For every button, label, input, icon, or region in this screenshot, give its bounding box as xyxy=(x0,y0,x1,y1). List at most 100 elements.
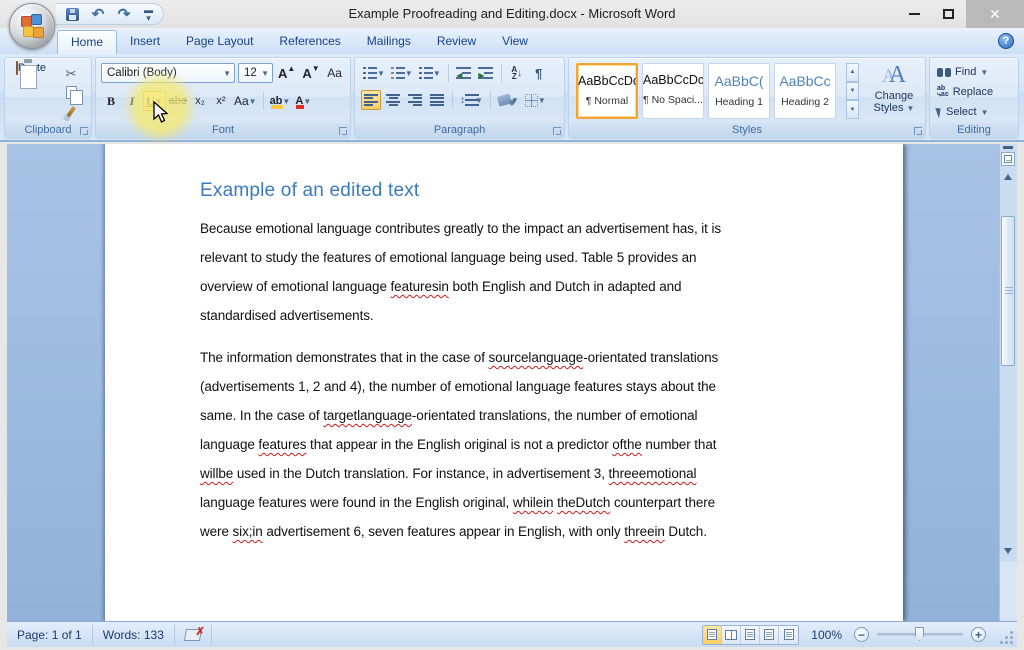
decrease-indent-button[interactable]: ◀ xyxy=(454,63,474,83)
text-run[interactable]: language features were found in the Engl… xyxy=(200,495,513,510)
style-normal[interactable]: AaBbCcDc ¶ Normal xyxy=(576,63,638,119)
misspelled-word[interactable]: theDutch xyxy=(557,495,610,510)
zoom-slider[interactable] xyxy=(877,633,963,636)
text-line[interactable]: relevant to study the features of emotio… xyxy=(200,243,803,272)
tab-references[interactable]: References xyxy=(266,30,353,54)
cut-button[interactable]: ✂ xyxy=(57,64,85,83)
sort-button[interactable]: AZ↓ xyxy=(507,63,527,83)
text-run[interactable]: Dutch. xyxy=(665,524,707,539)
tab-insert[interactable]: Insert xyxy=(117,30,173,54)
show-hide-marks-button[interactable]: ¶ xyxy=(529,63,549,83)
help-button[interactable]: ? xyxy=(998,33,1014,49)
document-page[interactable]: Example of an edited text Because emotio… xyxy=(105,144,903,621)
font-color-button[interactable]: A▼ xyxy=(293,91,313,111)
superscript-button[interactable]: x² xyxy=(211,91,231,111)
font-name-combo[interactable]: Calibri (Body) ▼ xyxy=(101,63,235,83)
tab-view[interactable]: View xyxy=(489,30,541,54)
misspelled-word[interactable]: threeemotional xyxy=(609,466,697,481)
scroll-up-button[interactable] xyxy=(1001,170,1015,184)
zoom-out-button[interactable]: − xyxy=(854,627,869,642)
split-handle[interactable] xyxy=(1003,146,1013,149)
text-line[interactable]: standardised advertisements. xyxy=(200,301,803,330)
text-run[interactable]: number that xyxy=(642,437,717,452)
tab-page-layout[interactable]: Page Layout xyxy=(173,30,266,54)
numbering-button[interactable]: ▼ xyxy=(389,63,415,83)
outline-view-button[interactable] xyxy=(760,626,779,644)
maximize-button[interactable] xyxy=(932,0,964,28)
font-dialog-launcher[interactable] xyxy=(339,127,347,135)
misspelled-word[interactable]: featuresin xyxy=(391,279,449,294)
text-run[interactable]: (advertisements 1, 2 and 4), the number … xyxy=(200,379,716,394)
text-run[interactable]: used in the Dutch translation. For insta… xyxy=(233,466,608,481)
text-run[interactable]: both English and Dutch in adapted and xyxy=(449,279,682,294)
replace-button[interactable]: ab⤷acReplace xyxy=(937,84,993,100)
tab-review[interactable]: Review xyxy=(424,30,489,54)
styles-more-button[interactable]: ▼ xyxy=(846,100,859,119)
proofing-status-button[interactable] xyxy=(175,625,212,645)
paragraph[interactable]: Because emotional language contributes g… xyxy=(200,214,803,330)
select-button[interactable]: Select▼ xyxy=(937,104,993,120)
text-run[interactable]: advertisement 6, seven features appear i… xyxy=(263,524,625,539)
align-center-button[interactable] xyxy=(383,90,403,110)
customize-qat-button[interactable]: ▬▾ xyxy=(144,6,153,22)
vertical-scrollbar[interactable] xyxy=(999,144,1017,621)
line-spacing-button[interactable]: ↕▼ xyxy=(458,90,485,110)
multilevel-list-button[interactable]: ▼ xyxy=(417,63,443,83)
misspelled-word[interactable]: sourcelanguage xyxy=(489,350,584,365)
align-left-button[interactable] xyxy=(361,90,381,110)
find-button[interactable]: Find▼ xyxy=(937,64,993,80)
grow-font-button[interactable]: A▲ xyxy=(276,63,297,83)
clipboard-dialog-launcher[interactable] xyxy=(80,127,88,135)
redo-button[interactable]: ↷ xyxy=(114,5,134,23)
text-run[interactable]: -orientated translations, the number of … xyxy=(412,408,698,423)
scrollbar-thumb[interactable] xyxy=(1001,216,1015,366)
misspelled-word[interactable]: six;in xyxy=(233,524,263,539)
zoom-in-button[interactable]: + xyxy=(971,627,986,642)
office-button[interactable] xyxy=(9,3,55,49)
resize-grip[interactable] xyxy=(1000,631,1013,644)
tab-home[interactable]: Home xyxy=(57,30,117,54)
scroll-down-button[interactable] xyxy=(1001,544,1015,558)
zoom-slider-thumb[interactable] xyxy=(915,627,924,641)
text-run[interactable]: counterpart there xyxy=(610,495,715,510)
justify-button[interactable] xyxy=(427,90,447,110)
subscript-button[interactable]: x₂ xyxy=(190,91,210,111)
text-run[interactable]: relevant to study the features of emotio… xyxy=(200,250,696,265)
text-line[interactable]: The information demonstrates that in the… xyxy=(200,343,803,372)
text-line[interactable]: willbe used in the Dutch translation. Fo… xyxy=(200,459,803,488)
ruler-toggle-button[interactable] xyxy=(1001,152,1015,166)
change-case-button[interactable]: Aa▼ xyxy=(232,91,259,111)
print-layout-view-button[interactable] xyxy=(703,626,722,644)
full-screen-reading-view-button[interactable] xyxy=(722,626,741,644)
text-run[interactable]: standardised advertisements. xyxy=(200,308,374,323)
style-no-spacing[interactable]: AaBbCcDc ¶ No Spaci... xyxy=(642,63,704,119)
align-right-button[interactable] xyxy=(405,90,425,110)
text-run[interactable]: -orientated translations xyxy=(583,350,718,365)
paragraph-dialog-launcher[interactable] xyxy=(553,127,561,135)
style-heading2[interactable]: AaBbCc Heading 2 xyxy=(774,63,836,119)
draft-view-button[interactable] xyxy=(779,626,798,644)
misspelled-word[interactable]: willbe xyxy=(200,466,233,481)
text-line[interactable]: language features that appear in the Eng… xyxy=(200,430,803,459)
shading-button[interactable]: ▼ xyxy=(496,90,521,110)
copy-button[interactable] xyxy=(57,83,85,102)
word-count[interactable]: Words: 133 xyxy=(93,625,175,645)
text-line[interactable]: same. In the case of targetlanguage-orie… xyxy=(200,401,803,430)
text-line[interactable]: language features were found in the Engl… xyxy=(200,488,803,517)
borders-button[interactable]: ▼ xyxy=(523,90,548,110)
paragraph[interactable]: The information demonstrates that in the… xyxy=(200,343,803,546)
text-line[interactable]: Because emotional language contributes g… xyxy=(200,214,803,243)
text-highlight-button[interactable]: ab▼ xyxy=(268,91,293,111)
bold-button[interactable]: B xyxy=(101,91,121,111)
text-line[interactable]: (advertisements 1, 2 and 4), the number … xyxy=(200,372,803,401)
text-run[interactable]: Because emotional language contributes g… xyxy=(200,221,721,236)
misspelled-word[interactable]: targetlanguage xyxy=(323,408,412,423)
close-button[interactable]: ✕ xyxy=(966,0,1024,28)
bullets-button[interactable]: ▼ xyxy=(361,63,387,83)
web-layout-view-button[interactable] xyxy=(741,626,760,644)
minimize-button[interactable] xyxy=(898,0,930,28)
font-size-combo[interactable]: 12 ▼ xyxy=(238,63,273,83)
increase-indent-button[interactable]: ▶ xyxy=(476,63,496,83)
zoom-level[interactable]: 100% xyxy=(807,628,846,642)
misspelled-word[interactable]: threein xyxy=(624,524,665,539)
